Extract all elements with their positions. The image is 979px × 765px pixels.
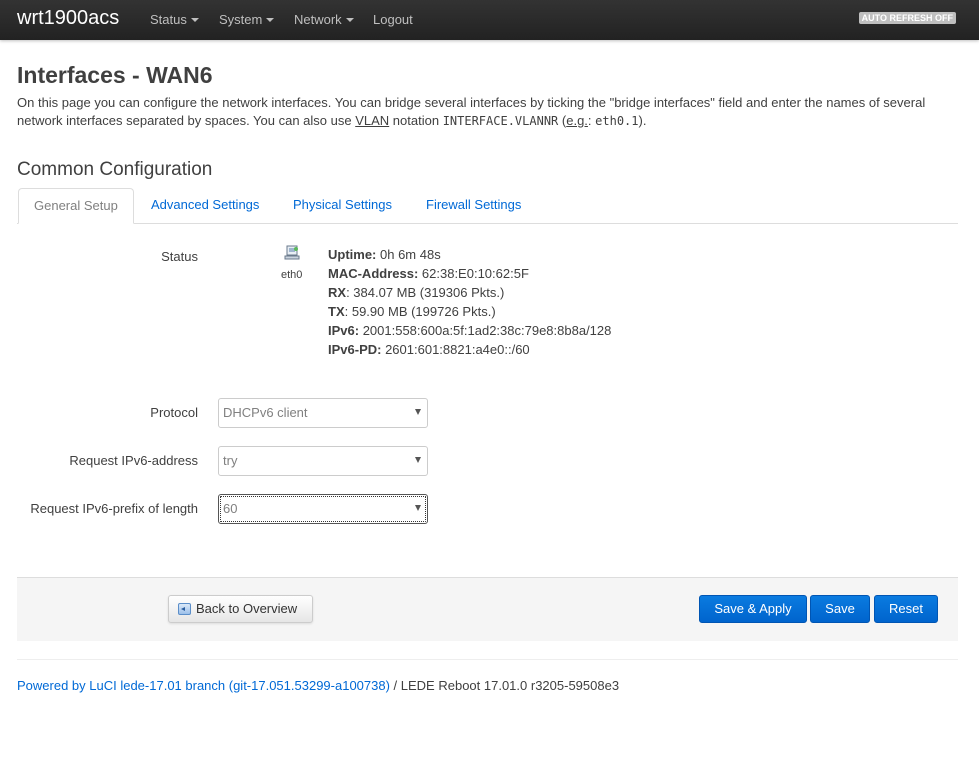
- menu-status-label: Status: [150, 12, 187, 27]
- back-to-overview-label: Back to Overview: [196, 601, 298, 616]
- ipv6-pd-value: 2601:601:8821:a4e0::/60: [381, 342, 530, 357]
- chevron-down-icon: [266, 17, 275, 22]
- footer: Powered by LuCI lede-17.01 branch (git-1…: [17, 678, 619, 693]
- tab-advanced-settings[interactable]: Advanced Settings: [136, 188, 274, 224]
- dropdown-arrow-icon: [415, 457, 421, 463]
- dropdown-arrow-icon: [415, 505, 421, 511]
- footer-version: / LEDE Reboot 17.01.0 r3205-59508e3: [389, 678, 620, 693]
- request-ipv6-prefix-value: 60: [223, 501, 238, 516]
- status-ipv6: IPv6: 2001:558:600a:5f:1ad2:38c:79e8:8b8…: [328, 323, 611, 338]
- tab-general-setup[interactable]: General Setup: [18, 188, 134, 224]
- notation-code: INTERFACE.VLANNR: [442, 114, 559, 128]
- status-ipv6-pd: IPv6-PD: 2601:601:8821:a4e0::/60: [328, 342, 530, 357]
- auto-refresh-badge[interactable]: AUTO REFRESH OFF: [858, 12, 956, 24]
- request-ipv6-address-label: Request IPv6-address: [69, 453, 198, 468]
- page-title: Interfaces - WAN6: [17, 62, 213, 88]
- back-to-overview-button[interactable]: Back to Overview: [168, 595, 313, 623]
- ethernet-port-icon: [284, 245, 300, 260]
- footer-divider: [17, 659, 958, 660]
- status-uptime: Uptime: 0h 6m 48s: [328, 247, 441, 262]
- page-description: On this page you can configure the netwo…: [17, 94, 957, 130]
- uptime-value: 0h 6m 48s: [376, 247, 441, 262]
- rx-key: RX: [328, 285, 347, 300]
- menu-system-label: System: [219, 12, 263, 27]
- menu-network-label: Network: [294, 12, 342, 27]
- request-ipv6-prefix-select[interactable]: 60: [218, 494, 428, 524]
- request-ipv6-address-value: try: [223, 453, 238, 468]
- menu-logout[interactable]: Logout: [373, 12, 413, 27]
- mac-key: MAC-Address:: [328, 266, 419, 281]
- tab-physical-settings[interactable]: Physical Settings: [278, 188, 407, 224]
- example-code: eth0.1: [595, 114, 639, 128]
- rx-value: : 384.07 MB (319306 Pkts.): [346, 285, 505, 300]
- save-apply-button[interactable]: Save & Apply: [699, 595, 807, 623]
- protocol-select[interactable]: DHCPv6 client: [218, 398, 428, 428]
- status-rx: RX: 384.07 MB (319306 Pkts.): [328, 285, 504, 300]
- request-ipv6-address-select[interactable]: try: [218, 446, 428, 476]
- ipv6-pd-key: IPv6-PD:: [328, 342, 382, 357]
- chevron-down-icon: [190, 17, 199, 22]
- save-button[interactable]: Save: [810, 595, 870, 623]
- menu-system[interactable]: System: [219, 12, 275, 27]
- reset-button[interactable]: Reset: [874, 595, 938, 623]
- ipv6-key: IPv6:: [328, 323, 360, 338]
- ipv6-value: 2001:558:600a:5f:1ad2:38c:79e8:8b8a/128: [359, 323, 612, 338]
- menu-network[interactable]: Network: [294, 12, 354, 27]
- uptime-key: Uptime:: [328, 247, 377, 262]
- mac-value: 62:38:E0:10:62:5F: [418, 266, 529, 281]
- interface-name: eth0: [281, 269, 303, 281]
- desc-text: notation: [389, 113, 443, 128]
- request-ipv6-prefix-label: Request IPv6-prefix of length: [30, 501, 198, 516]
- status-tx: TX: 59.90 MB (199726 Pkts.): [328, 304, 496, 319]
- tx-key: TX: [328, 304, 345, 319]
- status-mac: MAC-Address: 62:38:E0:10:62:5F: [328, 266, 529, 281]
- eg-abbr: e.g.: [566, 113, 588, 128]
- tx-value: : 59.90 MB (199726 Pkts.): [344, 304, 496, 319]
- section-title: Common Configuration: [17, 159, 213, 180]
- back-arrow-icon: [178, 603, 191, 615]
- luci-link[interactable]: Powered by LuCI lede-17.01 branch (git-1…: [17, 678, 390, 693]
- tab-firewall-settings[interactable]: Firewall Settings: [411, 188, 536, 224]
- vlan-abbr: VLAN: [355, 113, 390, 128]
- protocol-value: DHCPv6 client: [223, 405, 308, 420]
- top-navbar: wrt1900acs Status System Network Logout …: [0, 0, 979, 40]
- status-label: Status: [161, 249, 198, 264]
- brand-hostname[interactable]: wrt1900acs: [17, 7, 119, 30]
- menu-status[interactable]: Status: [150, 12, 199, 27]
- chevron-down-icon: [345, 17, 354, 22]
- desc-text: ).: [638, 113, 647, 128]
- protocol-label: Protocol: [150, 405, 198, 420]
- dropdown-arrow-icon: [415, 409, 421, 415]
